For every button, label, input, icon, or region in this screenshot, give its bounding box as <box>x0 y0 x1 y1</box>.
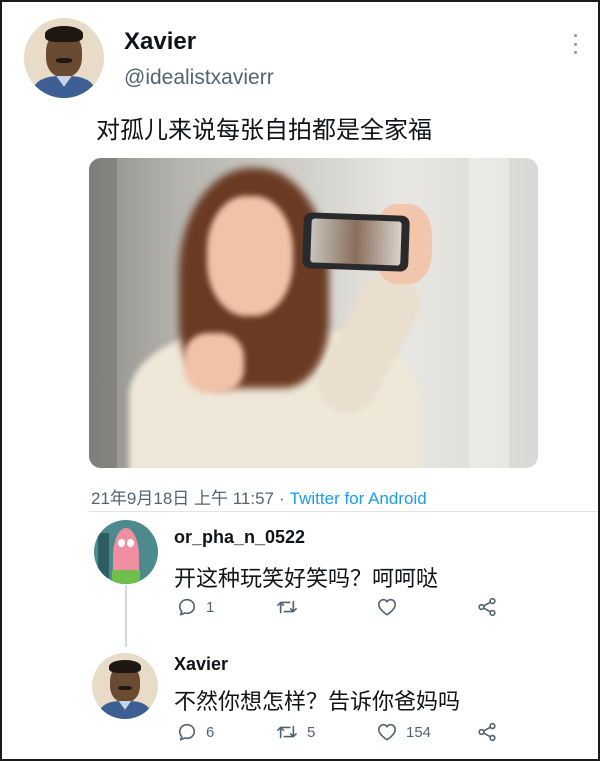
like-button[interactable] <box>376 597 406 617</box>
reply-count: 6 <box>206 723 215 741</box>
like-icon <box>378 723 396 741</box>
retweet-button[interactable]: 5 <box>275 722 315 742</box>
retweet-icon <box>277 600 297 614</box>
like-count: 154 <box>406 723 432 741</box>
author-handle[interactable]: @idealistxavierr <box>124 66 274 90</box>
thread-line <box>125 585 127 647</box>
divider <box>89 511 600 512</box>
reply-icon <box>178 723 196 741</box>
reply-button[interactable]: 1 <box>176 597 214 617</box>
more-vertical-icon[interactable] <box>571 34 579 54</box>
share-button[interactable] <box>476 597 498 617</box>
tweet-timestamp[interactable]: 21年9月18日 上午 11:57 <box>91 489 274 508</box>
share-icon <box>478 722 496 742</box>
tweet-source-link[interactable]: Twitter for Android <box>290 489 427 508</box>
reply-icon <box>178 598 196 616</box>
reply-text: 开这种玩笑好笑吗？呵呵哒 <box>174 567 439 592</box>
tweet-meta: 21年9月18日 上午 11:57 · Twitter for Android <box>91 484 427 509</box>
reply-button[interactable]: 6 <box>176 722 214 742</box>
author-name[interactable]: Xavier <box>124 28 196 56</box>
tweet-text: 对孤儿来说每张自拍都是全家福 <box>96 116 432 144</box>
retweet-button[interactable] <box>275 597 307 617</box>
author-avatar[interactable] <box>24 18 104 98</box>
share-icon <box>478 597 496 617</box>
reply-count: 1 <box>206 598 215 616</box>
reply-text: 不然你想怎样？告诉你爸妈吗 <box>174 690 461 715</box>
reply-avatar-author[interactable] <box>92 653 158 719</box>
share-button[interactable] <box>476 722 498 742</box>
like-icon <box>378 598 396 616</box>
meta-separator: · <box>279 489 285 508</box>
reply-avatar[interactable] <box>94 520 158 584</box>
retweet-icon <box>277 725 297 739</box>
reply-author-name[interactable]: Xavier <box>174 654 228 675</box>
like-button[interactable]: 154 <box>376 722 431 742</box>
retweet-count: 5 <box>307 723 316 741</box>
reply-author-name[interactable]: or_pha_n_0522 <box>174 527 305 548</box>
tweet-photo[interactable] <box>89 158 538 468</box>
